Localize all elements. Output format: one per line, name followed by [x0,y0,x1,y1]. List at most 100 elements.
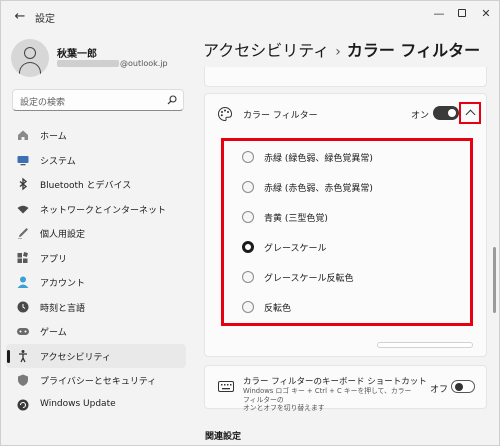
option-red-green-deuteranopia[interactable]: 赤緑 (緑色弱、緑色覚異常) [242,149,462,165]
radio-button[interactable] [242,151,254,163]
account-icon [17,276,29,288]
option-red-green-protanopia[interactable]: 赤緑 (赤色弱、赤色覚異常) [242,179,462,195]
title-bar: ← 設定 — ✕ [1,1,499,33]
sidebar-item-time-language[interactable]: 時刻と言語 [6,295,186,320]
option-label: 赤緑 (緑色弱、緑色覚異常) [264,154,373,164]
monitor-icon [17,155,29,165]
close-icon: ✕ [481,7,491,20]
option-grayscale[interactable]: グレースケール [242,239,462,255]
sidebar-item-label: ゲーム [40,328,67,338]
sidebar-item-accessibility[interactable]: アクセシビリティ [6,343,186,368]
option-blue-yellow-tritanopia[interactable]: 青黄 (三型色覚) [242,209,462,225]
related-settings-heading: 関連設定 [205,432,242,442]
sidebar-item-label: Windows Update [40,398,116,409]
home-icon [18,130,28,140]
sidebar-item-label: Bluetooth とデバイス [40,181,132,191]
sidebar-item-label: ホーム [40,132,67,142]
sidebar-item-label: アカウント [40,279,86,289]
email-domain: @outlook.jp [120,59,168,68]
wifi-icon [17,205,29,213]
color-filter-toggle[interactable] [433,106,459,120]
back-button[interactable]: ← [9,7,31,27]
radio-button[interactable] [242,271,254,283]
shortcut-description-line: Windows ロゴ キー + Ctrl + C キーを押して、カラー フィルタ… [243,387,412,404]
sidebar-item-gaming[interactable]: ゲーム [6,319,186,344]
user-profile[interactable]: 秋葉一郎 @outlook.jp [11,39,191,79]
option-label: 青黄 (三型色覚) [264,214,328,224]
sidebar-item-windows-update[interactable]: Windows Update [6,393,186,418]
close-button[interactable]: ✕ [474,5,498,23]
search-input[interactable]: 設定の検索 [12,89,184,111]
sidebar-item-label: システム [40,156,76,167]
user-email: @outlook.jp [57,59,168,68]
sidebar-item-label: プライバシーとセキュリティ [40,377,157,387]
sidebar-item-apps[interactable]: アプリ [6,246,186,271]
option-label: グレースケール [264,244,327,254]
avatar-head-icon [24,47,36,59]
collapse-button[interactable] [459,102,481,124]
intensity-slider[interactable] [377,342,473,348]
color-filter-header[interactable]: カラー フィルター オン [205,94,488,134]
shortcut-description: Windows ロゴ キー + Ctrl + C キーを押して、カラー フィルタ… [243,387,419,413]
apps-icon [17,251,28,263]
sidebar-item-privacy[interactable]: プライバシーとセキュリティ [6,368,186,393]
accessibility-icon [19,349,27,362]
bluetooth-icon [19,177,28,191]
breadcrumb-parent[interactable]: アクセシビリティ [203,41,329,60]
radio-button[interactable] [242,211,254,223]
color-filter-toggle-label: オン [411,111,430,121]
sidebar-item-personalization[interactable]: 個人用設定 [6,221,186,246]
avatar-body-icon [19,62,41,76]
clock-globe-icon [17,301,29,312]
radio-button[interactable] [242,181,254,193]
search-icon [167,95,177,105]
maximize-icon [458,9,466,17]
maximize-button[interactable] [450,5,474,23]
shortcut-description-line: オンとオフを切り替えます [243,404,325,412]
palette-icon [218,106,233,122]
breadcrumb-separator-icon: › [335,44,341,60]
radio-button-selected[interactable] [242,241,254,253]
gamepad-icon [17,328,29,335]
update-icon [17,399,29,410]
sidebar-item-label: ネットワークとインターネット [40,205,167,216]
user-name: 秋葉一郎 [57,49,97,60]
color-filter-card: カラー フィルター オン 赤緑 (緑色弱、緑色覚異常) 赤緑 (赤色弱、赤色覚異… [204,93,487,357]
active-indicator [7,349,10,363]
keyboard-shortcut-card: カラー フィルターのキーボード ショートカット Windows ロゴ キー + … [204,365,487,412]
sidebar-item-label: アクセシビリティ [40,352,112,363]
option-label: 赤緑 (赤色弱、赤色覚異常) [264,184,373,194]
toggle-knob [455,383,463,391]
page-title: カラー フィルター [346,41,481,60]
option-inverted[interactable]: 反転色 [242,299,462,315]
sidebar-item-accounts[interactable]: アカウント [6,270,186,295]
sidebar-item-bluetooth[interactable]: Bluetooth とデバイス [6,172,186,197]
option-label: 反転色 [264,304,292,314]
option-label: グレースケール反転色 [264,274,354,284]
sidebar-nav: ホーム システム Bluetooth とデバイス ネットワークとインターネット … [6,123,186,417]
shield-icon [18,374,28,386]
sidebar-item-system[interactable]: システム [6,148,186,173]
previous-card [204,67,487,87]
option-grayscale-inverted[interactable]: グレースケール反転色 [242,269,462,285]
radio-button[interactable] [242,301,254,313]
pen-icon [18,228,28,239]
avatar [11,39,49,77]
shortcut-title: カラー フィルターのキーボード ショートカット [243,377,427,387]
sidebar-item-label: 個人用設定 [40,230,86,240]
chevron-up-icon [465,109,476,120]
sidebar-item-home[interactable]: ホーム [6,123,186,148]
sidebar-item-label: アプリ [40,254,68,265]
filter-options-group: 赤緑 (緑色弱、緑色覚異常) 赤緑 (赤色弱、赤色覚異常) 青黄 (三型色覚) … [221,138,473,326]
shortcut-toggle[interactable] [451,380,475,393]
breadcrumb: アクセシビリティ › カラー フィルター [203,37,480,61]
scrollbar-thumb[interactable] [493,247,496,313]
shortcut-toggle-label: オフ [430,385,449,395]
email-redacted [57,60,119,67]
settings-window: ← 設定 — ✕ 秋葉一郎 @outlook.jp 設定の検索 ホーム システム… [0,0,500,446]
keyboard-icon [218,381,234,392]
minimize-button[interactable]: — [427,5,451,23]
search-placeholder: 設定の検索 [20,98,66,108]
sidebar-item-network[interactable]: ネットワークとインターネット [6,197,186,222]
toggle-knob [448,109,456,117]
